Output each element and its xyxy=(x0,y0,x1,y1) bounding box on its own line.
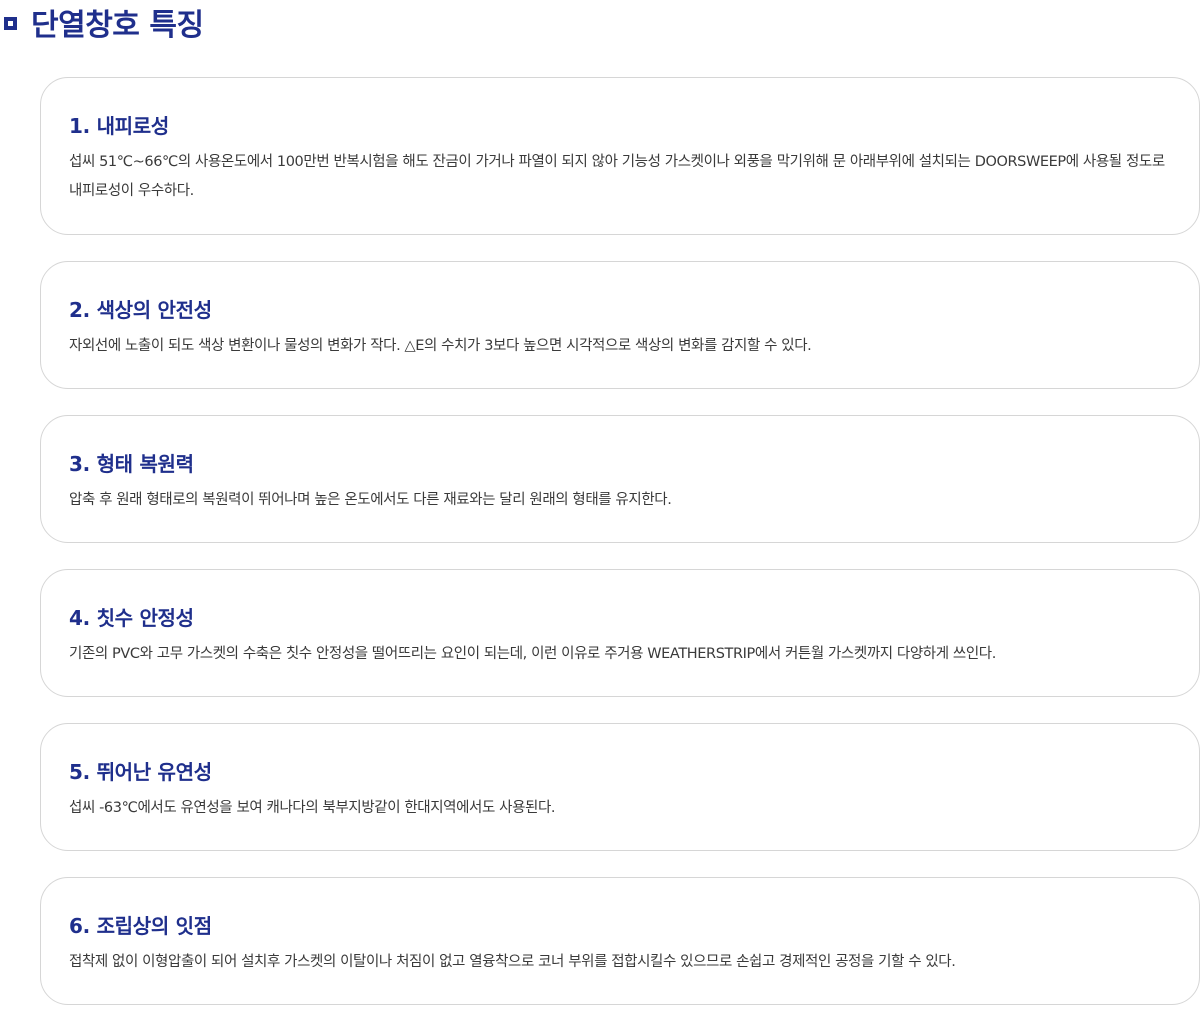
feature-card-color-stability: 2. 색상의 안전성 자외선에 노출이 되도 색상 변환이나 물성의 변화가 작… xyxy=(40,261,1200,389)
feature-description: 섭씨 -63℃에서도 유연성을 보여 캐나다의 북부지방같이 한대지역에서도 사… xyxy=(69,800,556,816)
feature-title: 6. 조립상의 잇점 xyxy=(69,914,212,938)
feature-description: 섭씨 51℃~66℃의 사용온도에서 100만번 반복시험을 해도 잔금이 가거… xyxy=(69,154,1165,199)
square-bullet-icon xyxy=(4,16,17,30)
feature-description: 기존의 PVC와 고무 가스켓의 수축은 칫수 안정성을 떨어뜨리는 요인이 되… xyxy=(69,646,996,662)
feature-title: 4. 칫수 안정성 xyxy=(69,606,194,630)
feature-title: 5. 뛰어난 유연성 xyxy=(69,760,212,784)
page-header: 단열창호 특징 xyxy=(4,2,204,43)
feature-description: 압축 후 원래 형태로의 복원력이 뛰어나며 높은 온도에서도 다른 재료와는 … xyxy=(69,492,672,508)
feature-description: 자외선에 노출이 되도 색상 변환이나 물성의 변화가 작다. △E의 수치가 … xyxy=(69,338,812,354)
feature-card-flexibility: 5. 뛰어난 유연성 섭씨 -63℃에서도 유연성을 보여 캐나다의 북부지방같… xyxy=(40,723,1200,851)
feature-description: 접착제 없이 이형압출이 되어 설치후 가스켓의 이탈이나 처짐이 없고 열융착… xyxy=(69,954,956,970)
feature-list: 1. 내피로성 섭씨 51℃~66℃의 사용온도에서 100만번 반복시험을 해… xyxy=(40,77,1200,1031)
feature-card-dimensional-stability: 4. 칫수 안정성 기존의 PVC와 고무 가스켓의 수축은 칫수 안정성을 떨… xyxy=(40,569,1200,697)
page-title: 단열창호 특징 xyxy=(31,8,204,43)
feature-title: 2. 색상의 안전성 xyxy=(69,298,212,322)
feature-title: 3. 형태 복원력 xyxy=(69,452,194,476)
feature-card-fatigue-resistance: 1. 내피로성 섭씨 51℃~66℃의 사용온도에서 100만번 반복시험을 해… xyxy=(40,77,1200,235)
feature-card-shape-recovery: 3. 형태 복원력 압축 후 원래 형태로의 복원력이 뛰어나며 높은 온도에서… xyxy=(40,415,1200,543)
feature-card-assembly-advantage: 6. 조립상의 잇점 접착제 없이 이형압출이 되어 설치후 가스켓의 이탈이나… xyxy=(40,877,1200,1005)
feature-title: 1. 내피로성 xyxy=(69,114,169,138)
